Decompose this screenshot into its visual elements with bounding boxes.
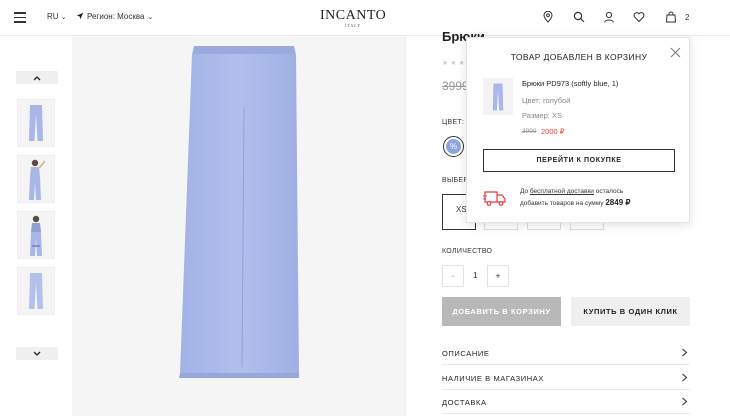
language-selector[interactable]: RU ⌄: [47, 12, 66, 21]
popup-title: ТОВАР ДОБАВЛЕН В КОРЗИНУ: [510, 52, 648, 62]
thumb-up-button[interactable]: [16, 71, 58, 84]
heart-icon[interactable]: [633, 11, 645, 23]
pants-image: [179, 46, 299, 378]
popup-item-name[interactable]: Брюки PD973 (softly blue, 1): [522, 79, 618, 88]
user-icon[interactable]: [603, 11, 615, 23]
accordion-label: ДОСТАВКА: [442, 398, 487, 407]
discount-icon: %: [446, 139, 461, 154]
chevron-up-icon: [33, 75, 41, 80]
shipping-suffix: осталось: [593, 188, 624, 195]
accordion-delivery[interactable]: ДОСТАВКА: [442, 390, 690, 414]
chevron-down-icon: ⌄: [60, 14, 67, 21]
close-icon[interactable]: [670, 47, 681, 58]
language-label: RU: [47, 12, 59, 21]
thumbnail-4[interactable]: [17, 267, 55, 315]
chevron-right-icon: [682, 397, 688, 406]
popup-item-color: Цвет: голубой: [522, 96, 571, 105]
accordion-label: НАЛИЧИЕ В МАГАЗИНАХ: [442, 374, 544, 383]
chevron-down-icon: ⌄: [147, 14, 154, 21]
navigation-arrow-icon: [76, 12, 84, 20]
thumbnail-1[interactable]: [17, 99, 55, 147]
model-thumbnail-icon: [30, 215, 42, 256]
chevron-right-icon: [682, 373, 688, 382]
rating-stars: ★★★: [442, 60, 467, 67]
popup-new-price: 2000 ₽: [541, 127, 565, 136]
quantity-value: 1: [473, 271, 478, 280]
thumbnail-2[interactable]: [17, 155, 55, 203]
bag-icon[interactable]: [665, 11, 677, 23]
accordion-description[interactable]: ОПИСАНИЕ: [442, 341, 690, 365]
logo-text: INCANTO: [320, 8, 387, 23]
quantity-plus-button[interactable]: +: [487, 265, 509, 287]
chevron-right-icon: [682, 348, 688, 357]
thumbnail-3[interactable]: [17, 211, 55, 259]
popup-item-thumbnail[interactable]: [483, 78, 513, 115]
logo-subtext: ITALY: [344, 23, 362, 28]
search-icon[interactable]: [573, 11, 585, 23]
region-label: Регион: Москва: [87, 12, 145, 21]
add-to-cart-button[interactable]: ДОБАВИТЬ В КОРЗИНУ: [442, 297, 561, 326]
thumbnail-column: [0, 37, 72, 416]
delivery-truck-icon: [483, 191, 506, 206]
popup-item-size: Размер: XS: [522, 111, 562, 120]
logo[interactable]: INCANTO ITALY: [320, 8, 386, 28]
color-swatch[interactable]: %: [443, 136, 464, 157]
product-main-image[interactable]: [72, 37, 405, 416]
quantity-minus-button[interactable]: −: [442, 265, 464, 287]
old-price: 3999: [442, 79, 469, 93]
added-to-cart-popup: ТОВАР ДОБАВЛЕН В КОРЗИНУ Брюки PD973 (so…: [466, 37, 690, 223]
chevron-down-icon: [33, 351, 41, 356]
size-label: ВЫБЕР: [442, 177, 469, 184]
go-to-checkout-button[interactable]: ПЕРЕЙТИ К ПОКУПКЕ: [483, 149, 675, 172]
shipping-note: До бесплатной доставки осталось: [520, 188, 623, 195]
thumb-down-button[interactable]: [16, 347, 58, 360]
buy-one-click-button[interactable]: КУПИТЬ В ОДИН КЛИК: [571, 297, 690, 326]
shipping-prefix: До: [520, 188, 530, 195]
region-selector[interactable]: Регион: Москва ⌄: [76, 12, 153, 21]
accordion-store-availability[interactable]: НАЛИЧИЕ В МАГАЗИНАХ: [442, 366, 690, 390]
free-shipping-link[interactable]: бесплатной доставки: [530, 188, 594, 195]
color-label: ЦВЕТ:: [442, 119, 465, 126]
accordion-label: ОПИСАНИЕ: [442, 349, 490, 358]
pants-thumbnail-icon: [29, 105, 43, 141]
location-icon[interactable]: [542, 11, 554, 23]
menu-icon[interactable]: [14, 12, 26, 23]
pants-thumbnail-icon: [29, 273, 43, 309]
shipping-remaining: добавить товаров на сумму 2849 ₽: [520, 198, 630, 207]
pants-thumbnail-icon: [492, 83, 504, 110]
cart-count: 2: [685, 13, 690, 22]
shipping-line2: добавить товаров на сумму: [520, 200, 606, 207]
shipping-amount: 2849 ₽: [605, 198, 631, 207]
quantity-label: КОЛИЧЕСТВО: [442, 248, 493, 255]
site-header: RU ⌄ Регион: Москва ⌄ INCANTO ITALY 2: [0, 0, 730, 36]
model-thumbnail-icon: [29, 159, 46, 200]
popup-old-price: 3999: [522, 128, 537, 135]
